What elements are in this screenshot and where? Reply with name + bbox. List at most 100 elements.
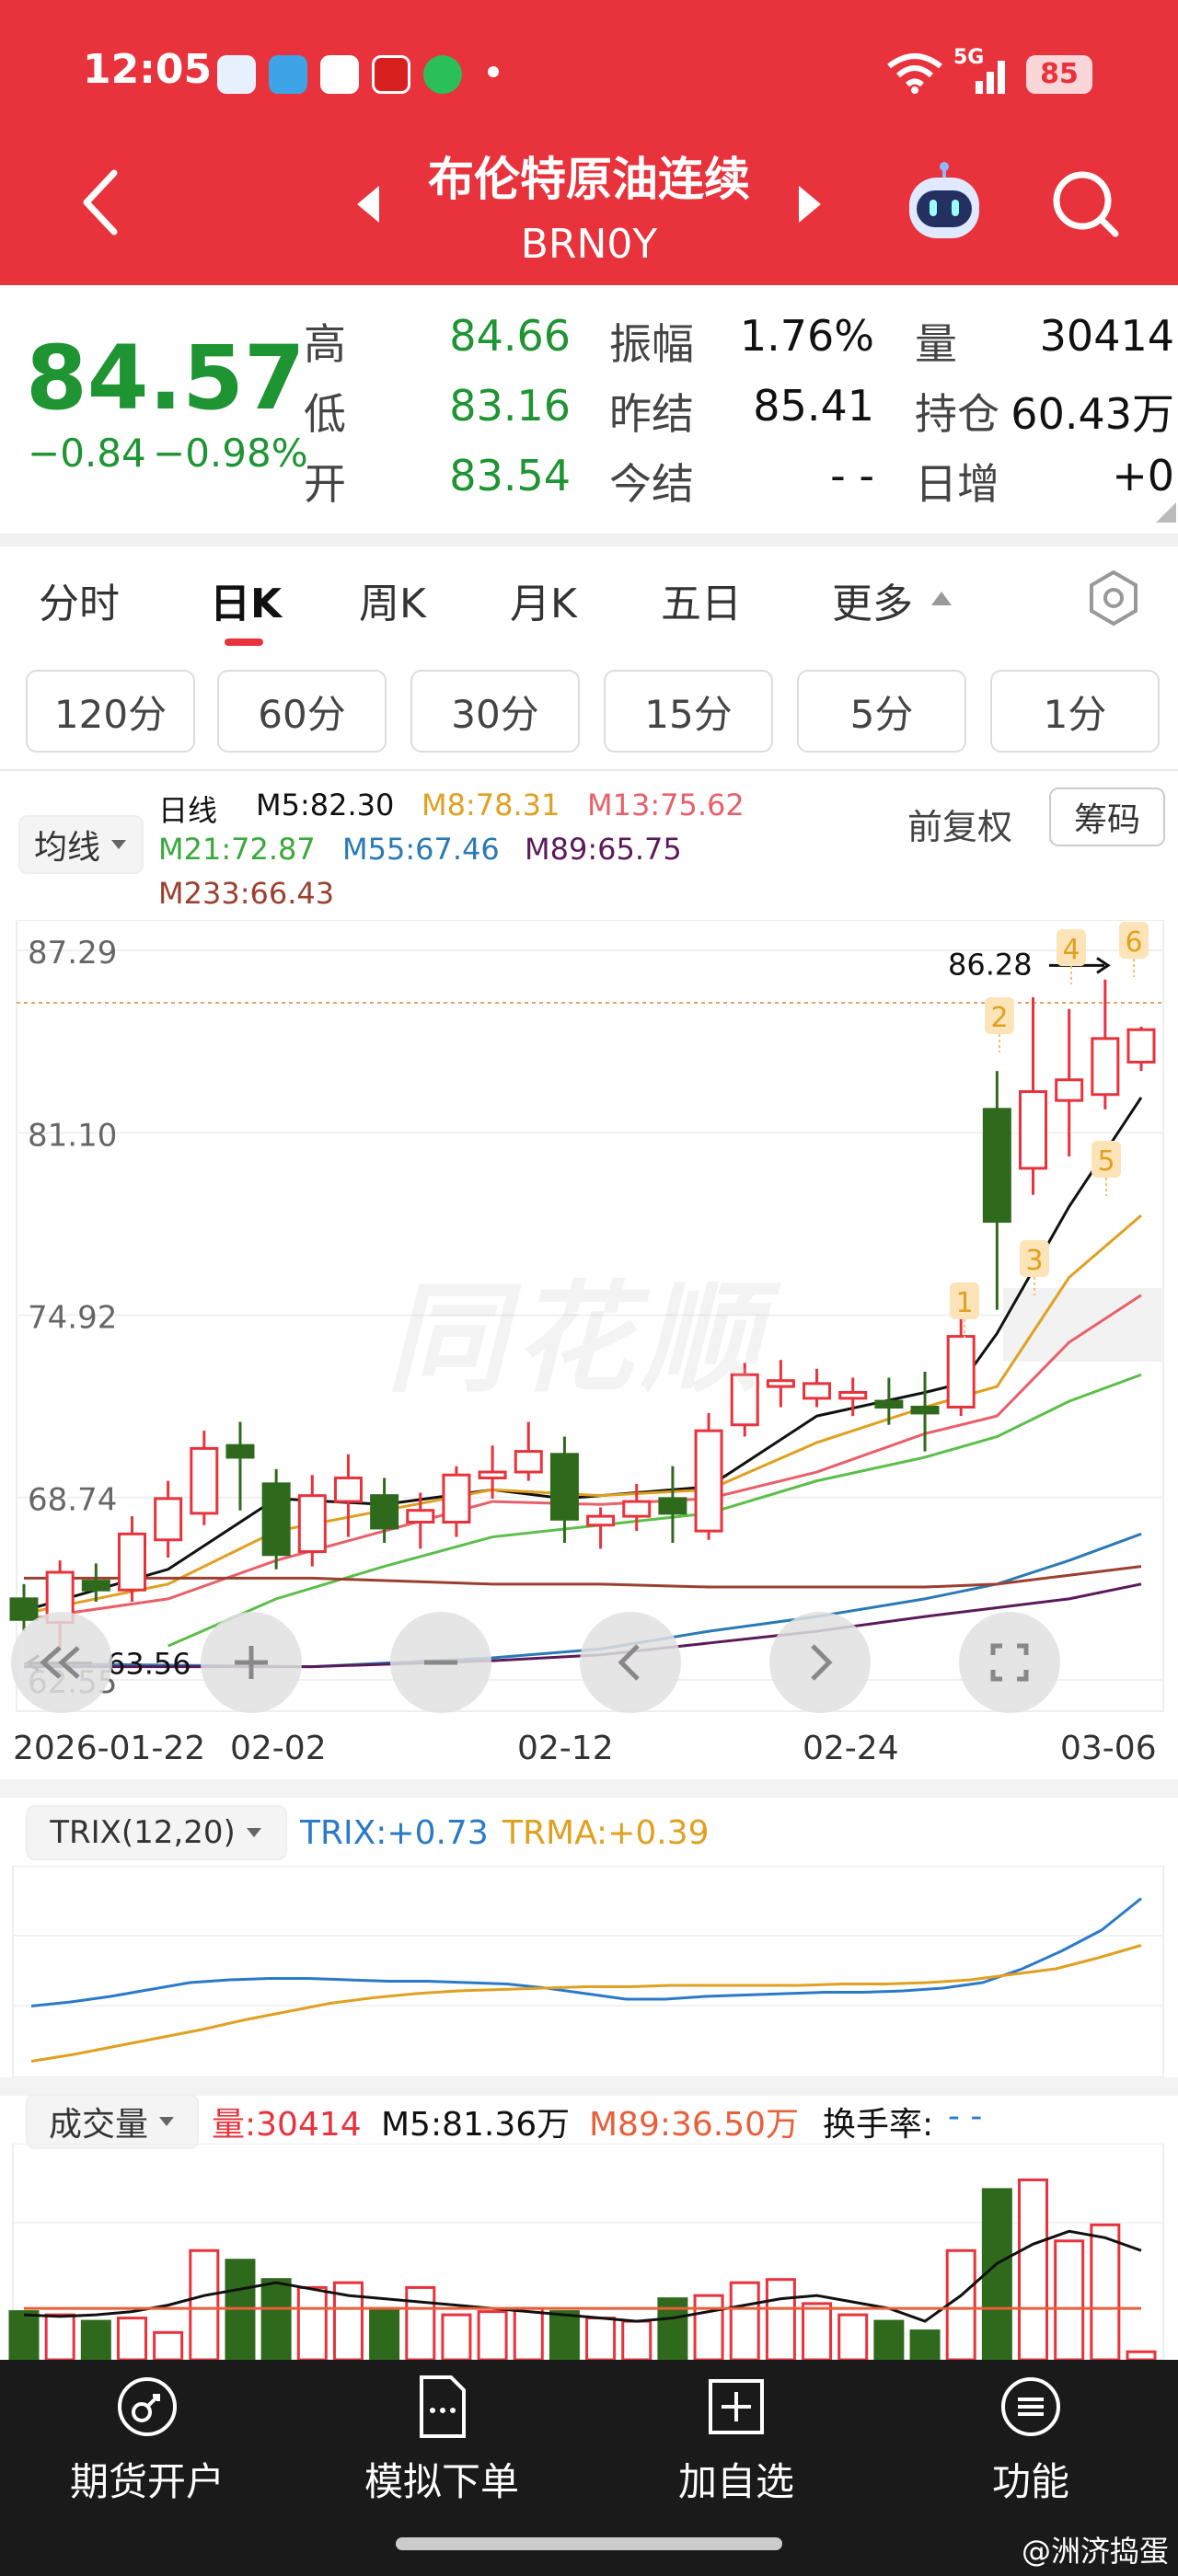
candle <box>190 1431 219 1525</box>
nav-simulated-order[interactable]: 模拟下单 <box>294 2374 589 2507</box>
low-marker-label: 63.56 <box>107 1647 191 1682</box>
zoom-out-button[interactable] <box>390 1612 491 1713</box>
tab-weekly-k[interactable]: 周K <box>359 570 426 629</box>
candle-body <box>1126 1028 1156 1064</box>
red-app-icon <box>372 55 410 94</box>
settle-value: - - <box>830 451 874 500</box>
nav-label: 模拟下单 <box>364 2459 519 2504</box>
dropdown-icon <box>111 840 126 849</box>
amplitude-value: 1.76% <box>739 311 874 361</box>
volume-bar <box>369 2306 400 2360</box>
ma-period: 日线 <box>158 793 218 828</box>
interval-60min[interactable]: 60分 <box>217 670 387 753</box>
nav-functions[interactable]: 功能 <box>884 2374 1178 2507</box>
candle <box>766 1360 795 1408</box>
x-tick-4: 02-24 <box>803 1730 899 1767</box>
amplitude-label: 振幅 <box>609 319 694 369</box>
open-value: 83.54 <box>449 451 571 500</box>
volume-bar <box>1090 2223 1121 2360</box>
search-icon[interactable] <box>1049 167 1123 241</box>
open-label: 开 <box>304 459 346 509</box>
scroll-right-button[interactable] <box>769 1612 871 1713</box>
watermark-logo: 同花顺 <box>387 1269 768 1409</box>
price-change: −0.84 <box>28 431 146 476</box>
interval-120min[interactable]: 120分 <box>26 670 195 753</box>
contract-code: BRN0Y <box>520 221 658 268</box>
event-badge: 5 <box>1091 1141 1121 1196</box>
volume-selector[interactable]: 成交量 <box>26 2094 199 2149</box>
volume-bar <box>8 2310 40 2360</box>
candle <box>514 1421 543 1481</box>
adjust-mode[interactable]: 前复权 <box>907 799 1012 849</box>
candle-body <box>117 1532 146 1592</box>
candle <box>333 1454 363 1537</box>
daily-increase-value: +0 <box>1112 451 1174 500</box>
status-time: 12:05 <box>83 46 213 93</box>
signal-icon <box>976 61 1005 94</box>
settings-hexagon-icon[interactable] <box>1084 569 1143 627</box>
ma8-label: M8:78.31 <box>422 788 560 822</box>
interval-1min[interactable]: 1分 <box>990 670 1160 753</box>
mobile-app-icon <box>320 55 359 94</box>
interval-30min[interactable]: 30分 <box>410 670 580 753</box>
nav-add-watchlist[interactable]: 加自选 <box>589 2374 884 2507</box>
event-badge-label: 2 <box>990 1002 1008 1034</box>
candle-body <box>1091 1037 1120 1097</box>
candle <box>910 1372 940 1452</box>
fullscreen-button[interactable] <box>959 1612 1060 1713</box>
interval-5min[interactable]: 5分 <box>797 670 966 753</box>
volume-bar <box>80 2319 111 2360</box>
trix-divider <box>0 1779 1178 1798</box>
scroll-left-fast-button[interactable] <box>11 1612 112 1713</box>
event-badge: 4 <box>1057 929 1086 984</box>
interval-15min[interactable]: 15分 <box>604 670 773 753</box>
trix-chart[interactable] <box>0 1866 1178 2077</box>
robot-assistant-icon[interactable] <box>902 161 987 246</box>
candle-body <box>838 1390 868 1400</box>
tab-monthly-k[interactable]: 月K <box>510 570 577 629</box>
tab-five-day[interactable]: 五日 <box>661 570 742 629</box>
nav-label: 期货开户 <box>69 2459 225 2504</box>
candle <box>694 1412 723 1540</box>
candle-body <box>154 1497 183 1542</box>
tab-more[interactable]: 更多 <box>832 570 913 629</box>
chevron-right-icon <box>811 1644 833 1681</box>
last-price: 84.57 <box>26 327 306 430</box>
zoom-in-button[interactable] <box>201 1612 302 1713</box>
volume-bar <box>513 2306 544 2360</box>
candle <box>117 1516 146 1603</box>
plus-icon <box>235 1646 268 1679</box>
wifi-icon <box>887 53 942 94</box>
volume-bar <box>44 2313 75 2360</box>
price-tag-bg <box>1003 1288 1163 1362</box>
volume-chart[interactable] <box>0 2144 1178 2360</box>
ma-selector-label: 均线 <box>33 829 100 867</box>
high-marker-label: 86.28 <box>948 947 1033 982</box>
caret-up-icon[interactable] <box>930 589 953 607</box>
chip-distribution-button[interactable]: 筹码 <box>1049 788 1165 846</box>
y-tick-label: 74.92 <box>28 1300 117 1337</box>
volume-bar <box>1054 2239 1085 2360</box>
volume-label: 量 <box>915 319 957 369</box>
x-tick-3: 02-12 <box>517 1730 614 1767</box>
candle-body <box>549 1453 579 1521</box>
candle-body <box>874 1399 904 1409</box>
candle-body <box>333 1476 363 1503</box>
trix-selector[interactable]: TRIX(12,20) <box>26 1805 287 1860</box>
home-indicator[interactable] <box>396 2537 782 2550</box>
nav-futures-account[interactable]: 期货开户 <box>0 2374 294 2507</box>
tab-intraday[interactable]: 分时 <box>39 570 120 629</box>
candle-body <box>586 1514 616 1527</box>
volume-bar <box>802 2302 833 2360</box>
volume-value-label: 量:30414 <box>212 2106 362 2144</box>
volume-bar <box>945 2248 976 2360</box>
volume-selector-label: 成交量 <box>48 2106 148 2144</box>
candle <box>297 1475 327 1567</box>
scroll-left-button[interactable] <box>580 1612 681 1713</box>
tab-daily-k[interactable]: 日K <box>210 570 282 629</box>
event-badge: 2 <box>985 997 1014 1052</box>
next-contract-icon[interactable] <box>795 184 825 224</box>
candle-body <box>910 1406 940 1415</box>
trix-frame <box>12 1866 1164 2077</box>
ma-selector[interactable]: 均线 <box>18 815 144 874</box>
